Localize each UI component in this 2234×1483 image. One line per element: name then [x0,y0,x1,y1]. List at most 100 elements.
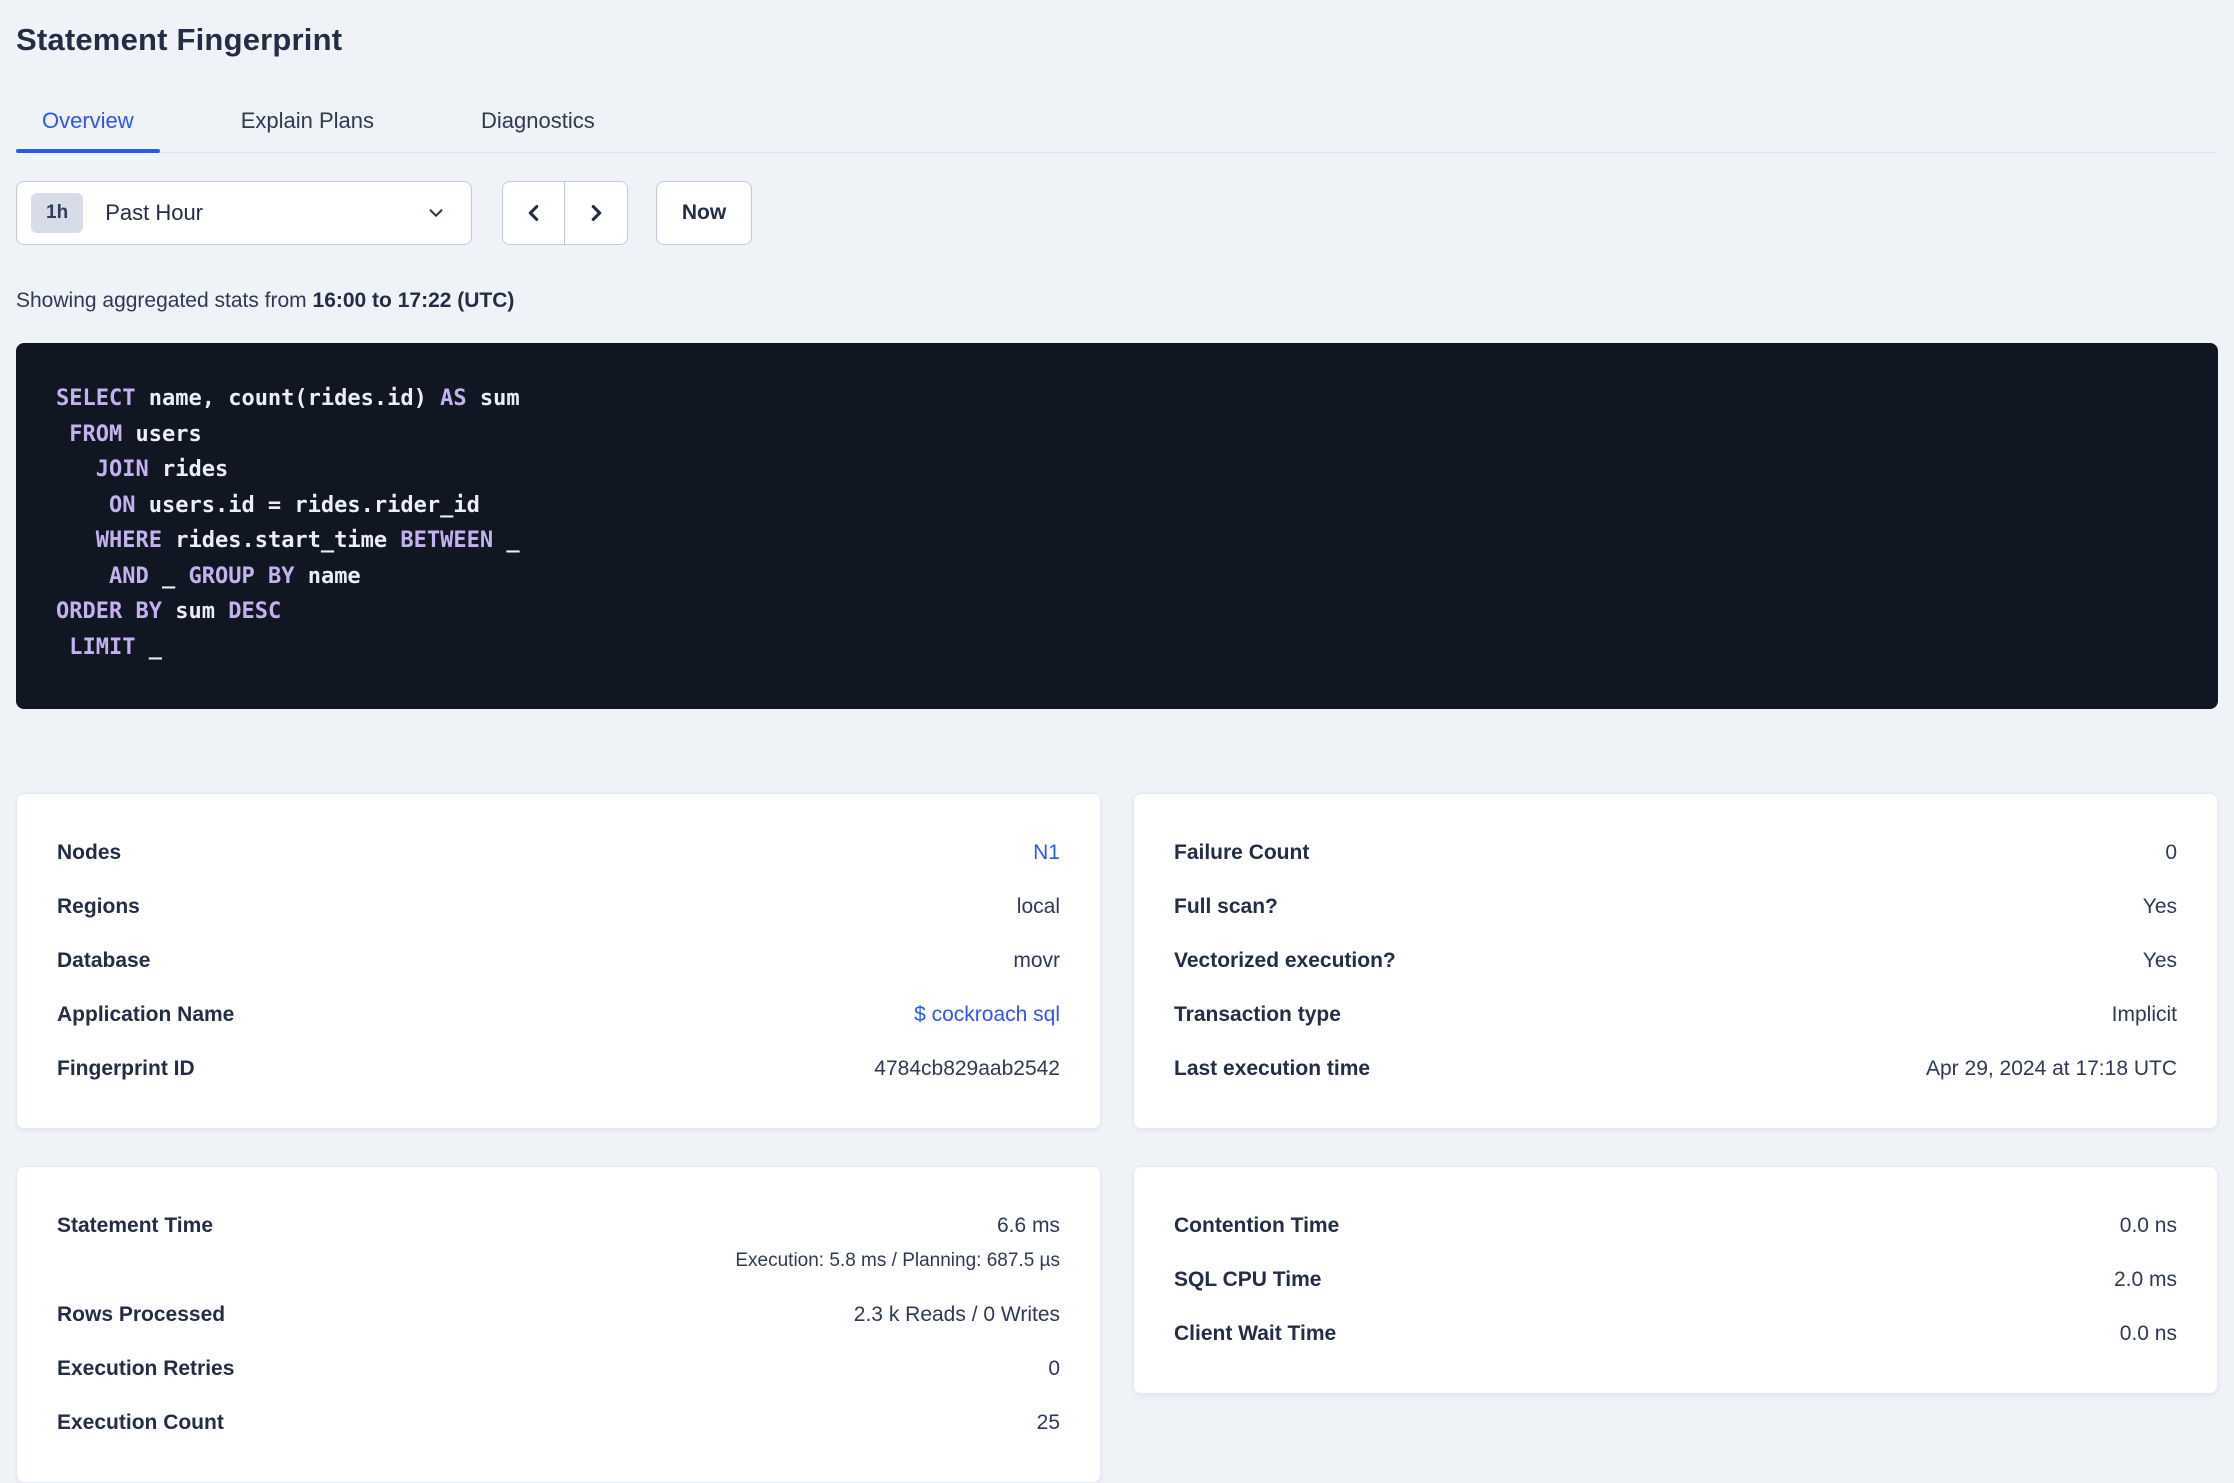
row-value: movr [1013,949,1060,972]
now-button[interactable]: Now [656,181,752,245]
row-label: Full scan? [1174,895,1278,918]
card-row: Failure Count 0 [1174,840,2177,866]
sql-keyword: LIMIT [69,634,136,660]
sql-text: name [294,563,361,589]
card-row: SQL CPU Time 2.0 ms [1174,1267,2177,1293]
row-value-group: 2.0 ms [2114,1267,2177,1293]
tab-overview[interactable]: Overview [16,94,160,153]
row-value: 4784cb829aab2542 [874,1057,1060,1080]
row-value: Apr 29, 2024 at 17:18 UTC [1926,1057,2177,1080]
page-title: Statement Fingerprint [16,22,343,57]
row-value: Yes [2142,949,2177,972]
time-controls: 1h Past Hour Now [16,181,2218,245]
card-row: Database movr [57,948,1060,974]
sql-text: rides.start_time [161,528,401,553]
card-row: Full scan? Yes [1174,894,2177,920]
row-value-group: Yes [2143,948,2177,974]
card-row: Vectorized execution? Yes [1174,948,2177,974]
row-value: local [1016,895,1060,918]
sql-keyword: DESC [228,599,282,624]
card-row: Rows Processed 2.3 k Reads / 0 Writes [57,1302,1060,1328]
row-value-group: 0.0 ns [2120,1321,2177,1347]
sql-keyword: AS [440,386,467,411]
stats-line-prefix: Showing aggregated stats from [16,289,313,312]
row-value-group: 25 [1037,1410,1060,1436]
row-label: Last execution time [1174,1057,1371,1080]
tab-diagnostics[interactable]: Diagnostics [455,94,621,152]
row-label: Fingerprint ID [57,1057,195,1080]
card-row: Contention Time 0.0 ns [1174,1213,2177,1239]
sql-text: users.id = rides.rider_id [135,492,480,518]
row-value-group: Apr 29, 2024 at 17:18 UTC [1926,1056,2177,1082]
summary-cards: Nodes N1 Regions local Database movr Applicati… [16,793,2218,1483]
row-label: Regions [57,895,140,918]
sql-line: ON users.id = rides.rider_id [56,488,2178,524]
row-value-group: 0.0 ns [2120,1213,2177,1239]
row-value-group: Yes [2143,894,2177,920]
sql-text: _ [148,563,189,589]
sql-keyword: JOIN [95,457,149,482]
sql-line: LIMIT _ [56,630,2178,666]
sql-line: ORDER BY sum DESC [56,594,2178,630]
row-value: Yes [2142,895,2177,918]
sql-keyword: ORDER BY [56,599,162,624]
next-time-button[interactable] [565,182,627,244]
sql-keyword: BETWEEN [400,528,494,553]
card-row: Transaction type Implicit [1174,1002,2177,1028]
row-label: Contention Time [1174,1214,1340,1237]
card-row: Client Wait Time 0.0 ns [1174,1321,2177,1347]
sql-line: FROM users [56,417,2178,453]
card-row: Execution Retries 0 [57,1356,1060,1382]
row-label: Statement Time [57,1214,213,1237]
row-value: Implicit [2111,1003,2177,1026]
time-range-select[interactable]: 1h Past Hour [16,181,472,245]
sql-text: rides [148,457,229,482]
row-label: Vectorized execution? [1174,949,1396,972]
time-range-label: Past Hour [105,200,204,225]
row-value-group: 4784cb829aab2542 [874,1056,1060,1082]
statement-times-card: Statement Time 6.6 ms Execution: 5.8 ms / … [16,1166,1101,1483]
sql-text: _ [135,634,162,660]
row-value-link[interactable]: $ cockroach sql [914,1002,1060,1028]
row-value: 0.0 ns [2119,1322,2177,1345]
tab-explain-plans[interactable]: Explain Plans [215,94,400,152]
previous-time-button[interactable] [503,182,565,244]
sql-keyword: FROM [69,421,123,447]
card-row: Regions local [57,894,1060,920]
row-value: 0 [1048,1357,1060,1380]
row-subvalue: Execution: 5.8 ms / Planning: 687.5 µs [735,1250,1060,1271]
row-value-group: 0 [2165,840,2177,866]
row-value: 2.0 ms [2113,1268,2177,1291]
row-label: Database [57,949,151,972]
sql-text: sum [466,386,520,411]
chevron-right-icon [585,200,607,226]
row-label: Execution Count [57,1411,224,1434]
sql-keyword: GROUP BY [188,563,295,589]
chevron-left-icon [523,200,545,226]
row-value-group: local [1017,894,1060,920]
row-value-group: movr [1013,948,1060,974]
chevron-down-icon [425,202,447,224]
row-value: 0 [2165,841,2177,864]
row-value-link[interactable]: N1 [1033,840,1060,866]
sql-line: SELECT name, count(rides.id) AS sum [56,381,2178,417]
row-label: Execution Retries [57,1357,235,1380]
execution-attributes-card: Failure Count 0 Full scan? Yes Vectorized ex… [1133,793,2218,1129]
row-label: Rows Processed [57,1303,226,1326]
row-value: 0.0 ns [2119,1214,2177,1237]
sql-text: _ [493,528,520,553]
row-label: Nodes [57,841,122,864]
resource-times-card: Contention Time 0.0 ns SQL CPU Time 2.0 ms C… [1133,1166,2218,1394]
row-label: Transaction type [1174,1003,1341,1026]
time-step-group [502,181,628,245]
sql-line: JOIN rides [56,452,2178,488]
tab-bar: Overview Explain Plans Diagnostics [16,94,2218,153]
sql-line: AND _ GROUP BY name [56,559,2178,595]
row-value: 25 [1036,1411,1060,1434]
